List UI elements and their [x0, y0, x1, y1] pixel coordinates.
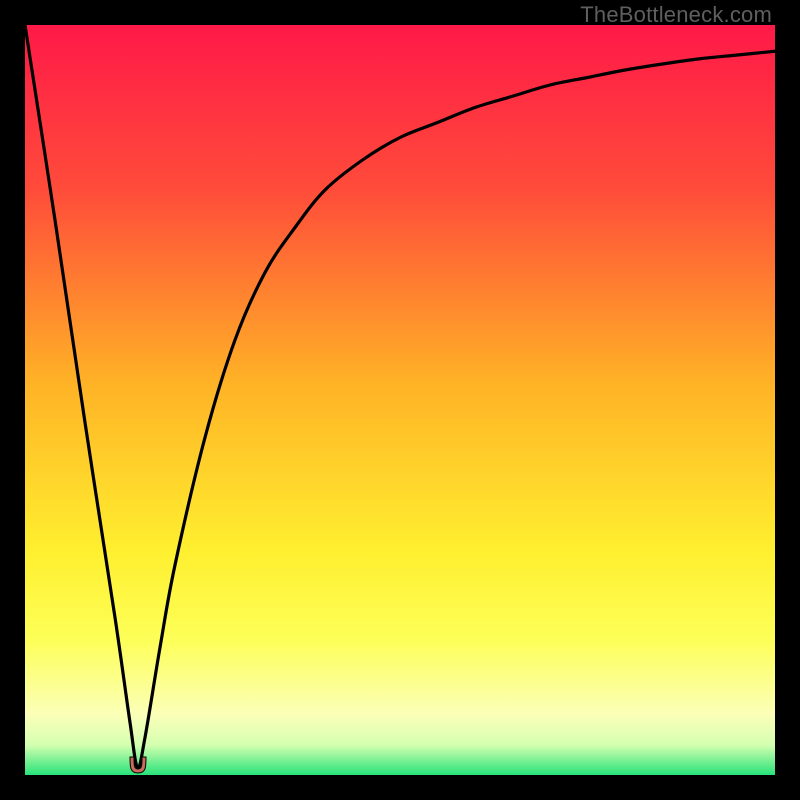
plot-area [25, 25, 775, 775]
bottleneck-curve [25, 25, 775, 775]
chart-frame: TheBottleneck.com [0, 0, 800, 800]
watermark-label: TheBottleneck.com [580, 2, 772, 28]
